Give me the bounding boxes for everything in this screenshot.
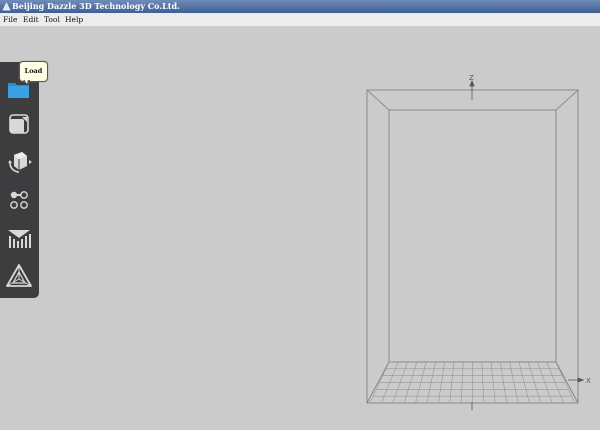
scale-icon [9, 114, 29, 134]
menu-help[interactable]: Help [65, 13, 83, 26]
load-tooltip: Load [19, 61, 48, 86]
z-arrowhead [469, 79, 475, 87]
rotate-icon [8, 152, 32, 173]
copy-icon [10, 191, 28, 209]
app-icon [2, 2, 11, 11]
build-plate-grid [369, 361, 576, 404]
slice-icon [8, 230, 31, 248]
window-title: Beijing Dazzle 3D Technology Co.Ltd. [12, 1, 180, 11]
x-arrowhead [577, 377, 585, 383]
title-bar: Beijing Dazzle 3D Technology Co.Ltd. [0, 0, 600, 13]
menu-tool[interactable]: Tool [44, 13, 60, 26]
menu-bar: File Edit Tool Help [0, 13, 600, 27]
build-volume-viewport[interactable]: Z X [0, 0, 600, 430]
scale-button[interactable] [5, 110, 33, 138]
menu-edit[interactable]: Edit [23, 13, 39, 26]
copy-button[interactable] [5, 186, 33, 214]
tool-panel [0, 62, 39, 298]
build-volume-frame [366, 89, 579, 404]
slice-button[interactable] [5, 224, 33, 252]
x-axis-label: X [586, 377, 591, 385]
tooltip-text: Load [24, 67, 43, 75]
rotate-button[interactable] [5, 148, 33, 176]
print-icon [6, 264, 32, 287]
menu-file[interactable]: File [3, 13, 17, 26]
print-button[interactable] [5, 262, 33, 290]
z-axis-label: Z [469, 74, 474, 82]
